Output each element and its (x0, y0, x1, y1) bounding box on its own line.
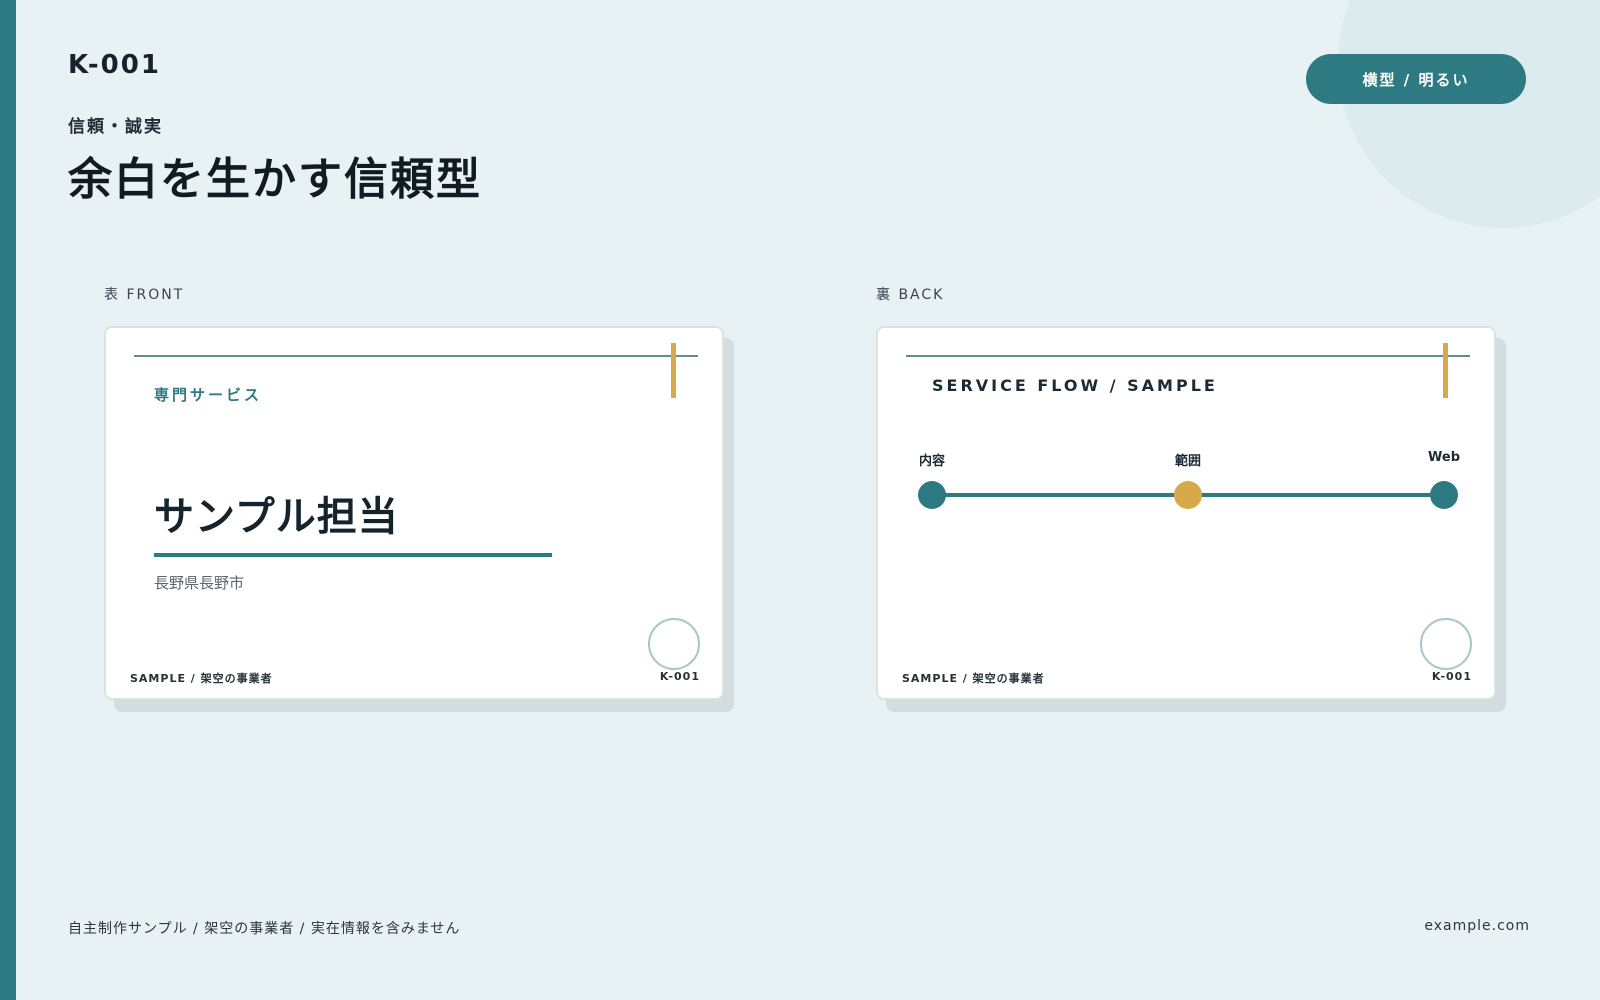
card-gold-accent (671, 343, 676, 398)
front-card: 専門サービス サンプル担当 長野県長野市 SAMPLE / 架空の事業者 K-0… (104, 326, 724, 700)
design-category: 信頼・誠実 (68, 117, 163, 137)
seal-circle-icon (1420, 618, 1472, 670)
card-gold-accent (1443, 343, 1448, 398)
card-top-rule (134, 355, 698, 357)
decorative-circle (1338, 0, 1600, 228)
left-accent-band (0, 0, 16, 1000)
card-footer-code: K-001 (1431, 670, 1472, 683)
card-footer-code: K-001 (659, 670, 700, 683)
flow-step-dot (918, 481, 946, 509)
flow-step-label: 内容 (918, 454, 946, 469)
disclaimer-footnote: 自主制作サンプル / 架空の事業者 / 実在情報を含みません (68, 921, 461, 937)
back-card: SERVICE FLOW / SAMPLE 内容 範囲 Web SAMPLE /… (876, 326, 1496, 700)
seal-circle-icon (648, 618, 700, 670)
name-underline (154, 553, 552, 557)
flow-step-dot (1174, 481, 1202, 509)
person-name: サンプル担当 (154, 494, 399, 540)
card-top-rule (906, 355, 1470, 357)
flow-step-label: Web (1428, 450, 1460, 465)
page-title: 余白を生かす信頼型 (68, 154, 482, 205)
front-side-label: 表 FRONT (104, 287, 185, 303)
style-badge-button[interactable]: 横型 / 明るい (1306, 54, 1526, 104)
flow-step-label: 範囲 (1174, 454, 1202, 469)
card-footer-left: SAMPLE / 架空の事業者 (902, 672, 1045, 685)
flow-title: SERVICE FLOW / SAMPLE (932, 376, 1218, 395)
back-side-label: 裏 BACK (876, 287, 945, 303)
card-footer-left: SAMPLE / 架空の事業者 (130, 672, 273, 685)
flow-step-dot (1430, 481, 1458, 509)
site-domain: example.com (1424, 918, 1530, 934)
design-code: K-001 (68, 50, 161, 80)
service-label: 専門サービス (154, 386, 263, 404)
location-text: 長野県長野市 (154, 574, 245, 592)
